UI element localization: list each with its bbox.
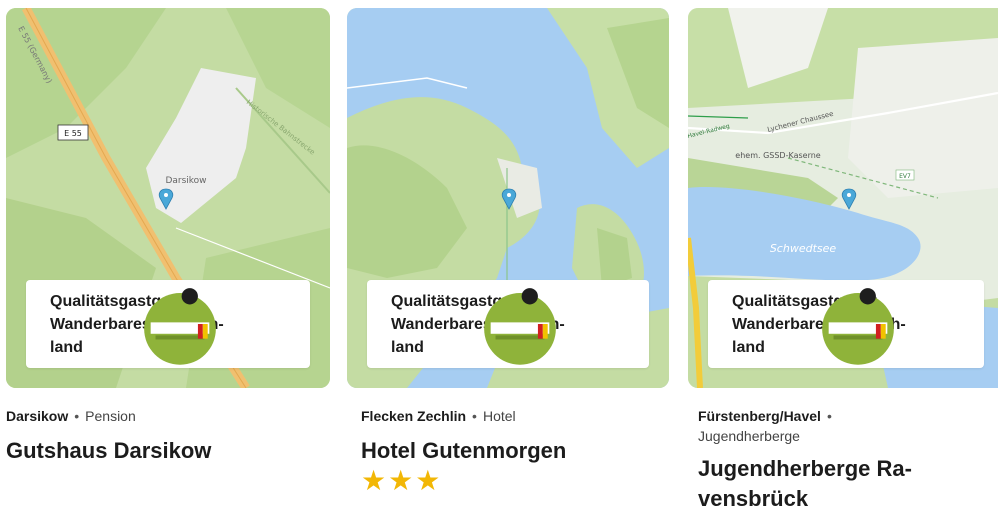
card-location: Fürstenberg/Havel (698, 408, 821, 424)
card-location: Flecken Zechlin (361, 408, 467, 424)
wanderbares-deutschland-logo-icon (822, 288, 894, 365)
separator-dot: • (472, 408, 477, 424)
wanderbares-deutschland-logo-icon (484, 288, 556, 365)
card-type: Jugendherberge (698, 428, 800, 444)
card-type: Pension (85, 408, 136, 424)
quality-host-badge: Qualitätsgastgeber Wanderbares Deutsch-l… (367, 280, 649, 368)
map-road-label: E 55 (64, 129, 82, 138)
accommodation-card-hotel-gutenmorgen[interactable]: Qualitätsgastgeber Wanderbares Deutsch-l… (347, 8, 669, 496)
accommodation-card-jugendherberge[interactable]: EV7 Schwedtsee ehem. GSSD-Kaserne Lychen… (688, 8, 998, 514)
quality-host-badge: Qualitätsgastgeber Wanderbares Deutsch-l… (26, 280, 310, 368)
card-meta: Flecken Zechlin • Hotel (361, 406, 669, 426)
separator-dot: • (74, 408, 80, 424)
map-thumbnail[interactable]: EV7 Schwedtsee ehem. GSSD-Kaserne Lychen… (688, 8, 998, 388)
map-route-label: EV7 (899, 173, 911, 180)
wanderbares-deutschland-logo-icon (144, 288, 216, 365)
accommodation-card-darsikow[interactable]: E 55 Darsikow E 55 (Germany) Historische… (6, 8, 330, 466)
map-lake-label: Schwedtsee (770, 242, 837, 255)
separator-dot: • (826, 408, 832, 424)
card-title[interactable]: Jugendherberge Ra-vensbrück (698, 454, 968, 514)
map-thumbnail[interactable]: Qualitätsgastgeber Wanderbares Deutsch-l… (347, 8, 669, 388)
map-place-label: Darsikow (165, 176, 206, 186)
accommodation-cards: E 55 Darsikow E 55 (Germany) Historische… (0, 0, 998, 519)
card-title[interactable]: Hotel Gutenmorgen (361, 436, 669, 466)
quality-host-badge: Qualitätsgastgeber Wanderbares Deutsch-l… (708, 280, 984, 368)
card-meta: Darsikow • Pension (6, 406, 330, 426)
card-meta: Fürstenberg/Havel • Jugendherberge (698, 406, 938, 446)
star-rating: ★★★ (361, 465, 443, 496)
map-thumbnail[interactable]: E 55 Darsikow E 55 (Germany) Historische… (6, 8, 330, 388)
card-title[interactable]: Gutshaus Darsikow (6, 436, 330, 466)
card-type: Hotel (482, 408, 516, 424)
card-location: Darsikow (6, 408, 69, 424)
map-area-label: ehem. GSSD-Kaserne (735, 151, 821, 160)
